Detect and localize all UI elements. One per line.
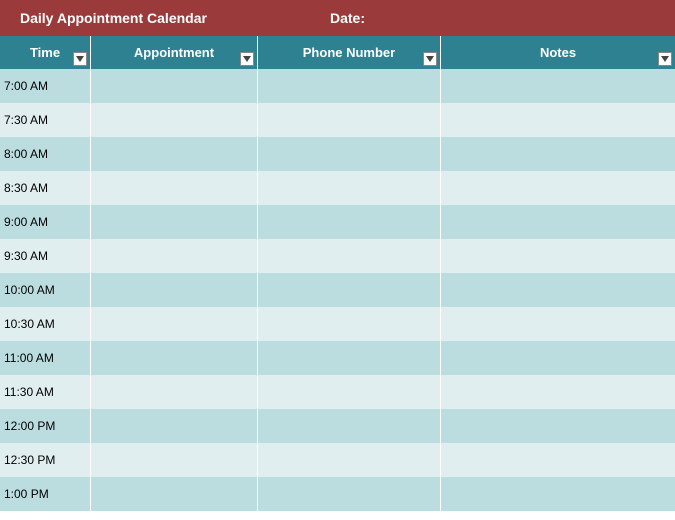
table-row: 7:30 AM <box>0 103 675 137</box>
column-header-notes: Notes <box>441 36 675 69</box>
cell-notes[interactable] <box>441 137 675 171</box>
column-header-appointment: Appointment <box>91 36 258 69</box>
column-header-time: Time <box>0 36 91 69</box>
table-row: 10:00 AM <box>0 273 675 307</box>
chevron-down-icon <box>426 56 434 62</box>
cell-notes[interactable] <box>441 171 675 205</box>
cell-notes[interactable] <box>441 239 675 273</box>
titlebar: Daily Appointment Calendar Date: <box>0 0 675 36</box>
cell-notes[interactable] <box>441 307 675 341</box>
column-header-phone: Phone Number <box>258 36 441 69</box>
table-row: 8:00 AM <box>0 137 675 171</box>
cell-appointment[interactable] <box>91 375 258 409</box>
cell-time[interactable]: 12:30 PM <box>0 443 91 477</box>
cell-phone[interactable] <box>258 69 441 103</box>
cell-phone[interactable] <box>258 103 441 137</box>
cell-appointment[interactable] <box>91 171 258 205</box>
app-title: Daily Appointment Calendar <box>20 10 330 26</box>
cell-time[interactable]: 8:30 AM <box>0 171 91 205</box>
cell-time[interactable]: 12:00 PM <box>0 409 91 443</box>
filter-button-phone[interactable] <box>423 52 437 66</box>
date-label: Date: <box>330 10 365 26</box>
cell-appointment[interactable] <box>91 69 258 103</box>
chevron-down-icon <box>76 56 84 62</box>
cell-phone[interactable] <box>258 341 441 375</box>
table-header-row: Time Appointment Phone Number Notes <box>0 36 675 69</box>
cell-time[interactable]: 11:00 AM <box>0 341 91 375</box>
column-label: Notes <box>540 45 576 60</box>
cell-appointment[interactable] <box>91 409 258 443</box>
cell-time[interactable]: 9:00 AM <box>0 205 91 239</box>
table-row: 11:00 AM <box>0 341 675 375</box>
cell-notes[interactable] <box>441 409 675 443</box>
cell-notes[interactable] <box>441 69 675 103</box>
table-row: 7:00 AM <box>0 69 675 103</box>
cell-phone[interactable] <box>258 375 441 409</box>
table-row: 9:30 AM <box>0 239 675 273</box>
cell-phone[interactable] <box>258 137 441 171</box>
filter-button-notes[interactable] <box>658 52 672 66</box>
table-row: 1:00 PM <box>0 477 675 511</box>
cell-time[interactable]: 9:30 AM <box>0 239 91 273</box>
cell-phone[interactable] <box>258 307 441 341</box>
cell-phone[interactable] <box>258 409 441 443</box>
column-label: Phone Number <box>303 45 395 60</box>
column-label: Appointment <box>134 45 214 60</box>
table-row: 11:30 AM <box>0 375 675 409</box>
cell-notes[interactable] <box>441 375 675 409</box>
cell-appointment[interactable] <box>91 239 258 273</box>
cell-appointment[interactable] <box>91 103 258 137</box>
cell-appointment[interactable] <box>91 307 258 341</box>
cell-appointment[interactable] <box>91 443 258 477</box>
cell-phone[interactable] <box>258 477 441 511</box>
cell-time[interactable]: 7:00 AM <box>0 69 91 103</box>
cell-notes[interactable] <box>441 273 675 307</box>
table-row: 10:30 AM <box>0 307 675 341</box>
cell-appointment[interactable] <box>91 477 258 511</box>
cell-time[interactable]: 7:30 AM <box>0 103 91 137</box>
chevron-down-icon <box>243 56 251 62</box>
table-body: 7:00 AM7:30 AM8:00 AM8:30 AM9:00 AM9:30 … <box>0 69 675 511</box>
cell-time[interactable]: 8:00 AM <box>0 137 91 171</box>
cell-appointment[interactable] <box>91 273 258 307</box>
cell-time[interactable]: 1:00 PM <box>0 477 91 511</box>
cell-phone[interactable] <box>258 205 441 239</box>
chevron-down-icon <box>661 56 669 62</box>
cell-phone[interactable] <box>258 239 441 273</box>
cell-notes[interactable] <box>441 205 675 239</box>
filter-button-time[interactable] <box>73 52 87 66</box>
cell-appointment[interactable] <box>91 205 258 239</box>
table-row: 12:00 PM <box>0 409 675 443</box>
cell-appointment[interactable] <box>91 341 258 375</box>
cell-notes[interactable] <box>441 443 675 477</box>
column-label: Time <box>30 45 60 60</box>
cell-time[interactable]: 10:30 AM <box>0 307 91 341</box>
cell-notes[interactable] <box>441 341 675 375</box>
cell-time[interactable]: 10:00 AM <box>0 273 91 307</box>
cell-phone[interactable] <box>258 443 441 477</box>
cell-phone[interactable] <box>258 273 441 307</box>
table-row: 9:00 AM <box>0 205 675 239</box>
table-row: 8:30 AM <box>0 171 675 205</box>
filter-button-appointment[interactable] <box>240 52 254 66</box>
cell-notes[interactable] <box>441 477 675 511</box>
cell-phone[interactable] <box>258 171 441 205</box>
cell-notes[interactable] <box>441 103 675 137</box>
cell-time[interactable]: 11:30 AM <box>0 375 91 409</box>
table-row: 12:30 PM <box>0 443 675 477</box>
cell-appointment[interactable] <box>91 137 258 171</box>
